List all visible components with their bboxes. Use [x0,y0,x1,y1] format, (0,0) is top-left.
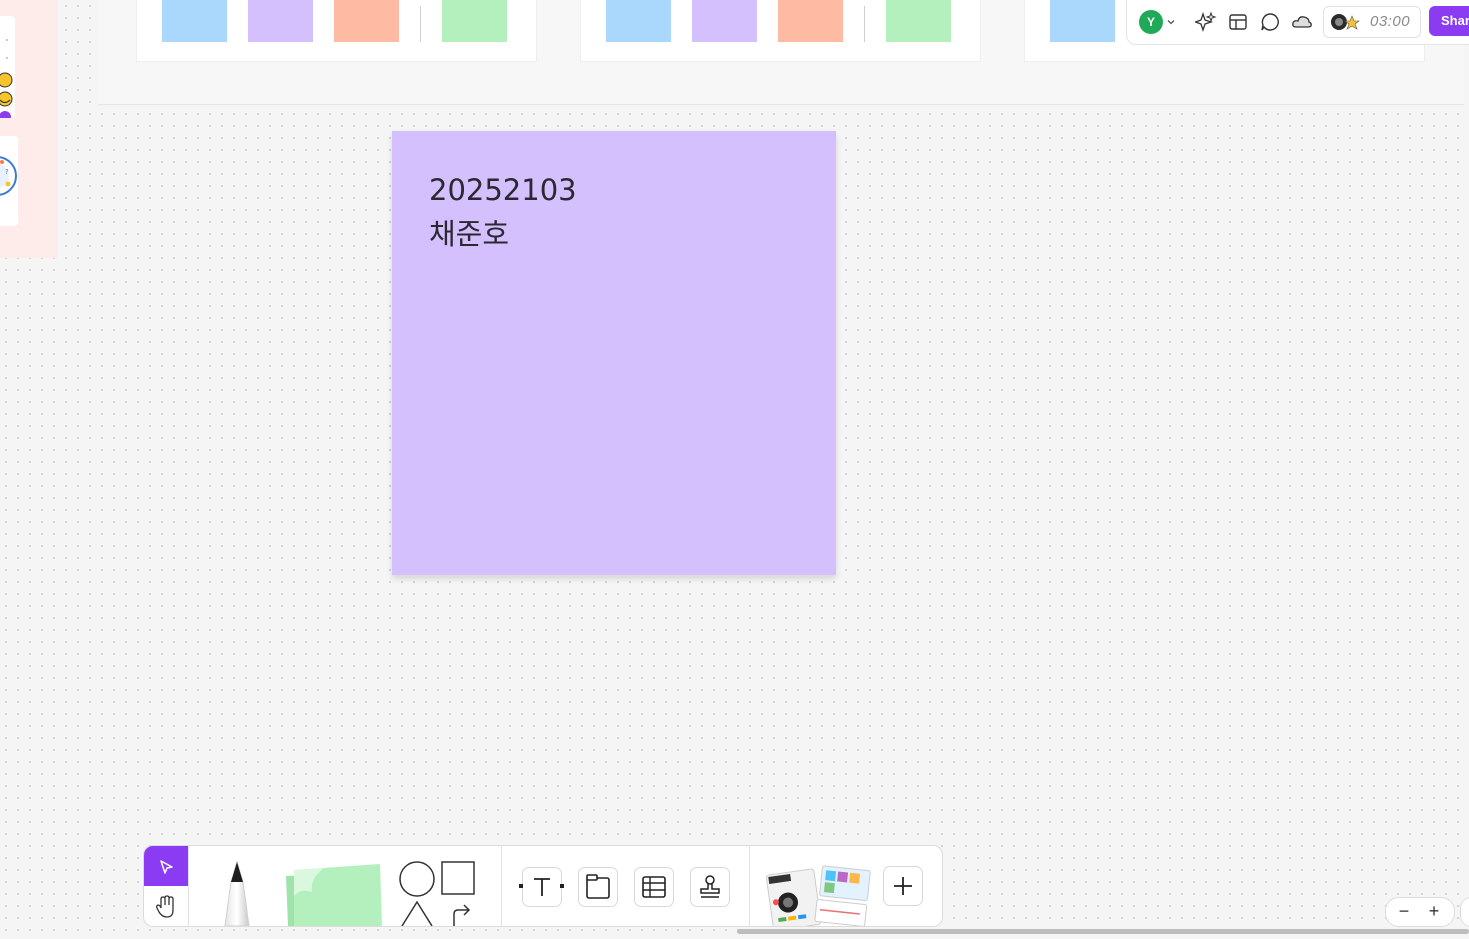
text-tool-button[interactable] [522,867,562,907]
section-icon [586,874,610,899]
minimap-toggle-button[interactable] [1460,897,1469,927]
stamp-icon [700,875,720,898]
table-tool-button[interactable] [634,867,674,907]
text-icon [534,878,550,896]
horizontal-scrollbar[interactable] [737,929,1469,934]
swatch-blue[interactable] [606,0,671,42]
layout-icon[interactable] [1227,11,1249,33]
divider [501,846,502,926]
add-tool-button[interactable] [883,866,923,906]
zoom-out-button[interactable]: − [1389,898,1419,926]
sticker-card[interactable]: ? [0,136,18,226]
divider [749,846,750,926]
swatch-green[interactable] [442,0,507,42]
sparkle-icon[interactable] [1195,11,1217,33]
stopwatch-icon [1331,14,1360,30]
section-tool-button[interactable] [578,867,618,907]
text-handle-right [560,884,564,888]
cursor-icon [160,860,173,874]
zoom-control: − + [1385,897,1455,927]
swatch-purple[interactable] [692,0,757,42]
table-icon [642,876,666,898]
sticky-note-stack-icon[interactable] [280,862,386,926]
divider [420,6,421,42]
hand-tool-button[interactable] [144,886,188,926]
swatch-orange[interactable] [778,0,843,42]
top-toolbar: Y 03:00 Share [1126,0,1469,45]
sticky-note-line1: 20252103 [429,173,577,207]
divider [864,6,865,42]
swatch-green[interactable] [886,0,951,42]
divider [188,846,189,926]
badge-sticker-icon: ? [0,156,17,196]
plus-icon [894,877,912,895]
select-tool-button[interactable] [144,846,188,886]
timer-widget[interactable]: 03:00 [1323,6,1421,38]
hand-icon [156,895,174,918]
sticky-note-line2: 채준호 [429,217,510,251]
swatch-purple[interactable] [248,0,313,42]
templates-icon[interactable] [762,862,872,926]
cloud-icon[interactable] [1291,11,1313,33]
bottom-toolbar [143,845,943,927]
svg-text:?: ? [5,168,9,176]
timer-text: 03:00 [1370,13,1411,30]
swatch-orange[interactable] [334,0,399,42]
swatch-blue[interactable] [162,0,227,42]
stamp-tool-button[interactable] [690,867,730,907]
share-button[interactable]: Share [1429,6,1469,36]
sticky-note[interactable]: 20252103 채준호 [392,131,836,575]
template-card[interactable] [580,0,981,62]
comment-icon[interactable] [1259,11,1281,33]
swatch-blue[interactable] [1050,0,1115,42]
shapes-icon[interactable] [396,858,478,926]
template-card[interactable] [136,0,537,62]
sticker-card[interactable] [0,16,15,118]
chevron-down-icon[interactable] [1165,16,1177,28]
user-avatar[interactable]: Y [1139,10,1163,34]
emoji-sticker-icon [0,39,13,118]
text-handle-left [519,884,523,888]
zoom-in-button[interactable]: + [1419,898,1449,926]
pen-icon[interactable] [212,860,262,926]
